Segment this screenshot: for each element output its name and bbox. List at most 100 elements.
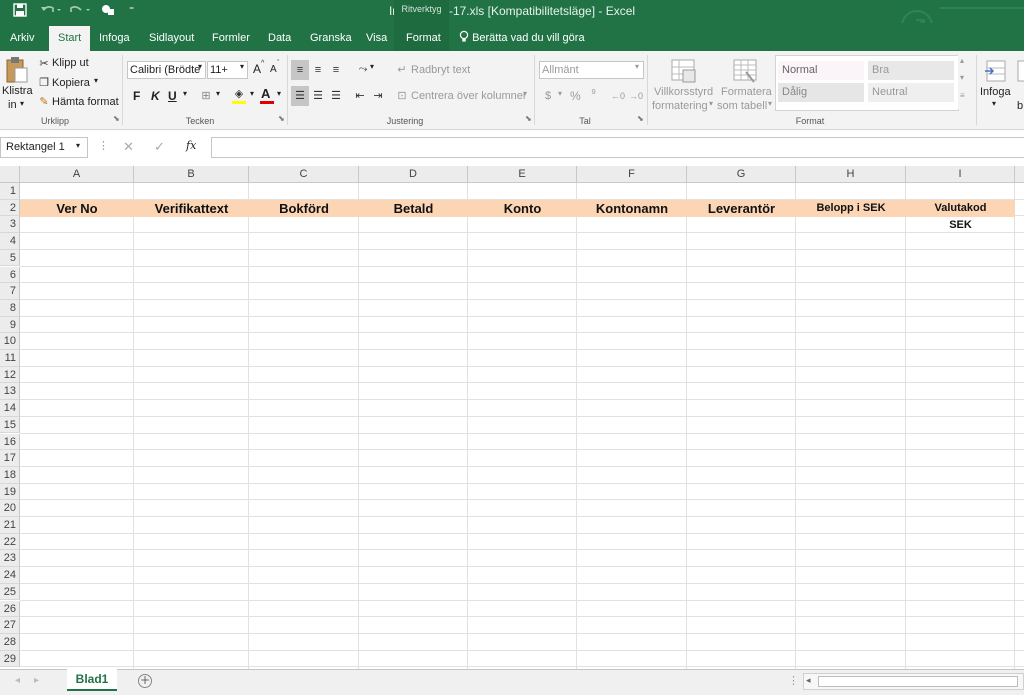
borders-icon[interactable]: ⊞ — [198, 88, 214, 104]
horizontal-scroll-thumb[interactable] — [818, 676, 1018, 687]
paste-button[interactable] — [5, 56, 29, 88]
clipboard-launcher-icon[interactable]: ⬊ — [113, 114, 120, 123]
row-header[interactable]: 29 — [0, 650, 20, 668]
row-header[interactable]: 14 — [0, 400, 20, 417]
row-header[interactable]: 22 — [0, 533, 20, 551]
style-bad[interactable]: Dålig — [778, 83, 864, 102]
shrink-font-button[interactable]: A — [270, 64, 277, 75]
header-cell-kontonamn[interactable]: Kontonamn — [577, 200, 687, 217]
row-header[interactable]: 9 — [0, 316, 20, 334]
header-cell-leverantor[interactable]: Leverantör — [687, 200, 796, 217]
align-bottom-icon[interactable]: ≡ — [328, 62, 344, 78]
align-right-icon[interactable]: ☰ — [328, 88, 344, 104]
header-cell-bokford[interactable]: Bokförd — [249, 200, 359, 217]
increase-decimal-icon[interactable]: ←0 — [610, 88, 626, 104]
row-header[interactable]: 19 — [0, 483, 20, 501]
row-header[interactable]: 25 — [0, 583, 20, 601]
tab-formler[interactable]: Formler — [212, 30, 250, 47]
tab-data[interactable]: Data — [268, 30, 291, 47]
font-color-dropdown-icon[interactable]: ▾ — [277, 89, 281, 98]
header-cell-valutakod[interactable]: Valutakod — [906, 200, 1015, 217]
font-color-icon[interactable]: A — [261, 86, 270, 101]
row-header[interactable]: 10 — [0, 333, 20, 350]
align-middle-icon[interactable]: ≡ — [310, 62, 326, 78]
column-header-b[interactable]: B — [134, 166, 249, 183]
decrease-indent-icon[interactable]: ⇤ — [352, 88, 368, 104]
cut-button[interactable]: Klipp ut — [52, 57, 89, 69]
tab-arkiv[interactable]: Arkiv — [10, 30, 34, 47]
row-header[interactable]: 24 — [0, 567, 20, 584]
sheet-tab-blad1[interactable]: Blad1 — [67, 669, 117, 691]
row-header[interactable]: 15 — [0, 416, 20, 434]
column-header-e[interactable]: E — [468, 166, 577, 183]
tab-granska[interactable]: Granska — [310, 30, 352, 47]
header-cell-belopp-i-sek[interactable]: Belopp i SEK — [796, 200, 906, 217]
gallery-up-icon[interactable]: ▴ — [960, 56, 964, 65]
align-top-button[interactable]: ≡ — [291, 60, 309, 80]
fill-color-dropdown-icon[interactable]: ▾ — [250, 89, 254, 98]
format-painter-button[interactable]: Hämta format — [52, 96, 119, 108]
row-header[interactable]: 16 — [0, 433, 20, 451]
align-center-icon[interactable]: ☰ — [310, 88, 326, 104]
copy-button[interactable]: Kopiera — [52, 77, 90, 89]
conditional-formatting-button[interactable]: Villkorsstyrd — [654, 86, 713, 98]
currency-icon[interactable]: $ — [540, 88, 556, 104]
gallery-down-icon[interactable]: ▾ — [960, 73, 964, 82]
enter-entry-icon[interactable]: ✓ — [154, 139, 165, 155]
underline-button[interactable]: U — [168, 89, 177, 103]
style-normal[interactable]: Normal — [778, 61, 864, 80]
new-sheet-button[interactable]: + — [138, 674, 152, 688]
row-header[interactable]: 11 — [0, 350, 20, 367]
scroll-left-icon[interactable]: ◂ — [806, 675, 811, 686]
worksheet-grid[interactable]: A B C D E F G H I 1 2 3 4 5 6 7 8 9 10 11 12 13 14 15 1… — [0, 166, 1024, 669]
style-neutral[interactable]: Neutral — [868, 83, 954, 102]
number-format-dropdown[interactable]: Allmänt — [539, 61, 644, 79]
header-cell-ver-no[interactable]: Ver No — [20, 200, 134, 217]
italic-button[interactable]: K — [151, 89, 160, 103]
select-all-corner[interactable] — [0, 166, 20, 183]
row-header[interactable]: 2 — [0, 199, 20, 217]
scroll-sheets-right-icon[interactable]: ▸ — [34, 675, 39, 686]
cell-i3[interactable]: SEK — [906, 217, 1015, 234]
bold-button[interactable]: F — [133, 89, 140, 103]
row-header[interactable]: 28 — [0, 633, 20, 651]
styles-gallery-scroll[interactable]: ▴ ▾ ≡ — [958, 55, 970, 109]
paste-dropdown-icon[interactable]: ▾ — [20, 99, 24, 108]
column-header-f[interactable]: F — [577, 166, 687, 183]
font-launcher-icon[interactable]: ⬊ — [278, 114, 285, 123]
tell-me-box[interactable]: Berätta vad du vill göra — [459, 30, 585, 47]
tab-split-grip-icon[interactable]: ⋮ — [788, 674, 799, 687]
row-header[interactable]: 13 — [0, 383, 20, 401]
row-header[interactable]: 20 — [0, 500, 20, 517]
copy-dropdown-icon[interactable]: ▾ — [94, 76, 98, 85]
column-header-a[interactable]: A — [20, 166, 134, 183]
cancel-entry-icon[interactable]: ✕ — [123, 139, 134, 155]
merge-dropdown-icon[interactable]: ▾ — [523, 89, 527, 98]
borders-dropdown-icon[interactable]: ▾ — [216, 89, 220, 98]
row-header[interactable]: 8 — [0, 299, 20, 317]
row-header[interactable]: 12 — [0, 366, 20, 384]
name-box-dropdown-icon[interactable]: ▾ — [76, 141, 80, 150]
row-header[interactable]: 5 — [0, 249, 20, 267]
name-box[interactable]: Rektangel 1 — [0, 137, 88, 158]
column-header-d[interactable]: D — [359, 166, 468, 183]
wrap-text-button[interactable]: Radbryt text — [411, 64, 470, 76]
alignment-launcher-icon[interactable]: ⬊ — [525, 114, 532, 123]
tab-start[interactable]: Start — [49, 26, 91, 51]
row-header[interactable]: 23 — [0, 550, 20, 568]
decrease-decimal-icon[interactable]: →0 — [628, 88, 644, 104]
row-header[interactable]: 26 — [0, 600, 20, 618]
header-cell-verifikattext[interactable]: Verifikattext — [134, 200, 249, 217]
column-header-c[interactable]: C — [249, 166, 359, 183]
orientation-dropdown-icon[interactable]: ▾ — [370, 62, 374, 71]
comma-style-button[interactable]: ⁹ — [591, 86, 596, 100]
column-header-partial[interactable] — [1015, 166, 1024, 183]
row-header[interactable]: 4 — [0, 233, 20, 250]
orientation-icon[interactable]: ⤳ — [355, 61, 371, 77]
row-header[interactable]: 3 — [0, 216, 20, 234]
column-header-h[interactable]: H — [796, 166, 906, 183]
tab-infoga[interactable]: Infoga — [99, 30, 130, 47]
underline-dropdown-icon[interactable]: ▾ — [183, 89, 187, 98]
row-header[interactable]: 21 — [0, 517, 20, 534]
fill-color-icon[interactable]: ◈ — [231, 86, 247, 102]
